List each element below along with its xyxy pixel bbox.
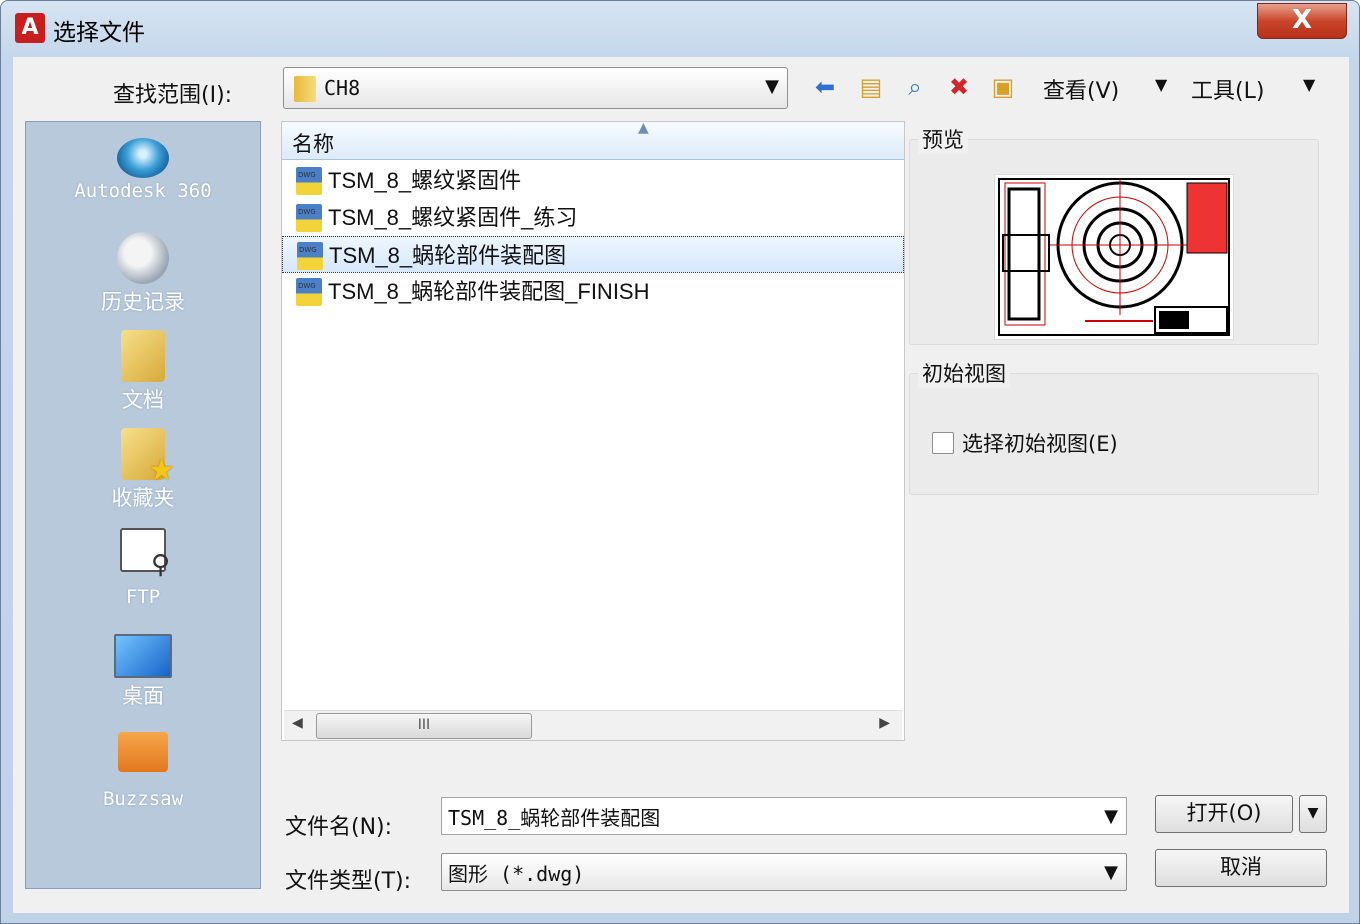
preview-title: 预览 xyxy=(918,124,968,154)
scroll-thumb[interactable]: III xyxy=(316,713,532,739)
cloud-icon xyxy=(117,138,169,178)
autocad-app-icon: A xyxy=(15,13,45,43)
place-label: 桌面 xyxy=(122,684,164,708)
scroll-left-icon[interactable]: ◀ xyxy=(292,715,303,731)
drawing-preview-svg xyxy=(998,178,1230,336)
open-options-dropdown-icon[interactable]: ▼ xyxy=(1299,795,1327,833)
place-label: 历史记录 xyxy=(101,290,185,314)
dwg-file-icon xyxy=(296,157,322,195)
place-desktop[interactable]: 桌面 xyxy=(26,634,260,710)
tools-dropdown-arrow-icon[interactable]: ▼ xyxy=(1303,75,1315,94)
filetype-label: 文件类型(T): xyxy=(285,869,412,894)
file-name: TSM_8_螺纹紧固件 xyxy=(328,168,522,193)
column-name-label: 名称 xyxy=(292,132,334,156)
file-row[interactable]: TSM_8_螺纹紧固件_练习 xyxy=(282,194,904,236)
view-dropdown-arrow-icon[interactable]: ▼ xyxy=(1155,75,1167,94)
title-bar[interactable]: A 选择文件 X xyxy=(1,1,1359,55)
place-history[interactable]: 历史记录 xyxy=(26,232,260,316)
initial-view-title: 初始视图 xyxy=(918,358,1010,388)
chevron-down-icon: ▼ xyxy=(765,76,779,97)
new-folder-icon[interactable]: ▣ xyxy=(987,71,1019,103)
file-row[interactable]: TSM_8_螺纹紧固件 xyxy=(282,157,904,199)
desktop-icon xyxy=(114,634,172,678)
place-favorites[interactable]: 收藏夹 xyxy=(26,428,260,512)
place-autodesk-360[interactable]: Autodesk 360 xyxy=(26,138,260,202)
file-list[interactable]: 名称 ▲ TSM_8_螺纹紧固件 TSM_8_螺纹紧固件_练习 TSM_8_蜗轮部件… xyxy=(281,120,905,741)
dwg-file-icon xyxy=(296,194,322,232)
place-ftp[interactable]: FTP xyxy=(26,528,260,608)
documents-folder-icon xyxy=(121,330,165,382)
chevron-down-icon[interactable]: ▼ xyxy=(1104,862,1118,883)
dialog-window: A 选择文件 X 查找范围(I): CH8 ▼ ⬅ ▤ ⌕ ✖ ▣ 查看(V) … xyxy=(0,0,1360,924)
file-rows: TSM_8_螺纹紧固件 TSM_8_螺纹紧固件_练习 TSM_8_蜗轮部件装配图 TS… xyxy=(282,157,904,310)
drawing-preview-image xyxy=(994,174,1234,340)
delete-icon[interactable]: ✖ xyxy=(943,71,975,103)
filename-value[interactable]: TSM_8_蜗轮部件装配图 xyxy=(448,802,660,831)
favorites-folder-icon xyxy=(121,428,175,488)
cancel-button[interactable]: 取消 xyxy=(1155,849,1327,887)
close-button[interactable]: X xyxy=(1257,3,1347,39)
history-icon xyxy=(117,232,169,284)
look-in-label: 查找范围(I): xyxy=(113,83,233,108)
initial-view-group: 初始视图 选择初始视图(E) xyxy=(909,358,1319,495)
place-buzzsaw[interactable]: Buzzsaw xyxy=(26,732,260,810)
place-label: Buzzsaw xyxy=(102,788,184,810)
file-row[interactable]: TSM_8_蜗轮部件装配图_FINISH xyxy=(282,268,904,310)
preview-group: 预览 xyxy=(909,124,1319,345)
place-label: 收藏夹 xyxy=(111,486,175,510)
filename-label: 文件名(N): xyxy=(285,815,393,840)
window-title: 选择文件 xyxy=(53,20,145,46)
look-in-value: CH8 xyxy=(324,76,361,100)
look-in-dropdown[interactable]: CH8 ▼ xyxy=(283,67,788,109)
sort-ascending-icon: ▲ xyxy=(638,120,649,136)
file-row[interactable]: TSM_8_蜗轮部件装配图 xyxy=(282,232,904,273)
dwg-file-icon xyxy=(297,232,323,270)
place-label: 文档 xyxy=(122,388,164,412)
buzzsaw-icon xyxy=(118,732,168,772)
up-folder-icon[interactable]: ▤ xyxy=(855,71,887,103)
place-label: FTP xyxy=(125,586,161,608)
place-documents[interactable]: 文档 xyxy=(26,330,260,414)
dwg-file-icon xyxy=(296,268,322,306)
search-web-icon[interactable]: ⌕ xyxy=(899,71,931,103)
tools-menu[interactable]: 工具(L) xyxy=(1191,73,1264,105)
view-menu[interactable]: 查看(V) xyxy=(1043,73,1119,105)
filename-field[interactable]: TSM_8_蜗轮部件装配图 ▼ xyxy=(441,797,1127,835)
place-label: Autodesk 360 xyxy=(74,180,212,202)
folder-icon xyxy=(294,76,316,102)
initial-view-checkbox[interactable] xyxy=(932,432,954,454)
back-arrow-icon[interactable]: ⬅ xyxy=(809,71,841,103)
ftp-icon xyxy=(120,528,170,580)
column-header-name[interactable]: 名称 ▲ xyxy=(282,120,904,160)
scroll-right-icon[interactable]: ▶ xyxy=(879,715,890,731)
file-name: TSM_8_蜗轮部件装配图 xyxy=(329,243,567,268)
file-name: TSM_8_螺纹紧固件_练习 xyxy=(328,205,578,230)
filetype-value: 图形 (*.dwg) xyxy=(448,862,585,886)
file-name: TSM_8_蜗轮部件装配图_FINISH xyxy=(328,279,650,304)
chevron-down-icon[interactable]: ▼ xyxy=(1104,806,1118,827)
open-button[interactable]: 打开(O) xyxy=(1155,795,1293,833)
horizontal-scrollbar[interactable]: ◀ III ▶ xyxy=(284,710,902,740)
initial-view-checkbox-label[interactable]: 选择初始视图(E) xyxy=(962,428,1118,458)
places-bar: Autodesk 360 历史记录 文档 收藏夹 FTP 桌面 xyxy=(25,121,261,889)
dialog-client: 查找范围(I): CH8 ▼ ⬅ ▤ ⌕ ✖ ▣ 查看(V) ▼ 工具(L) ▼… xyxy=(13,57,1349,913)
filetype-dropdown[interactable]: 图形 (*.dwg) ▼ xyxy=(441,853,1127,891)
